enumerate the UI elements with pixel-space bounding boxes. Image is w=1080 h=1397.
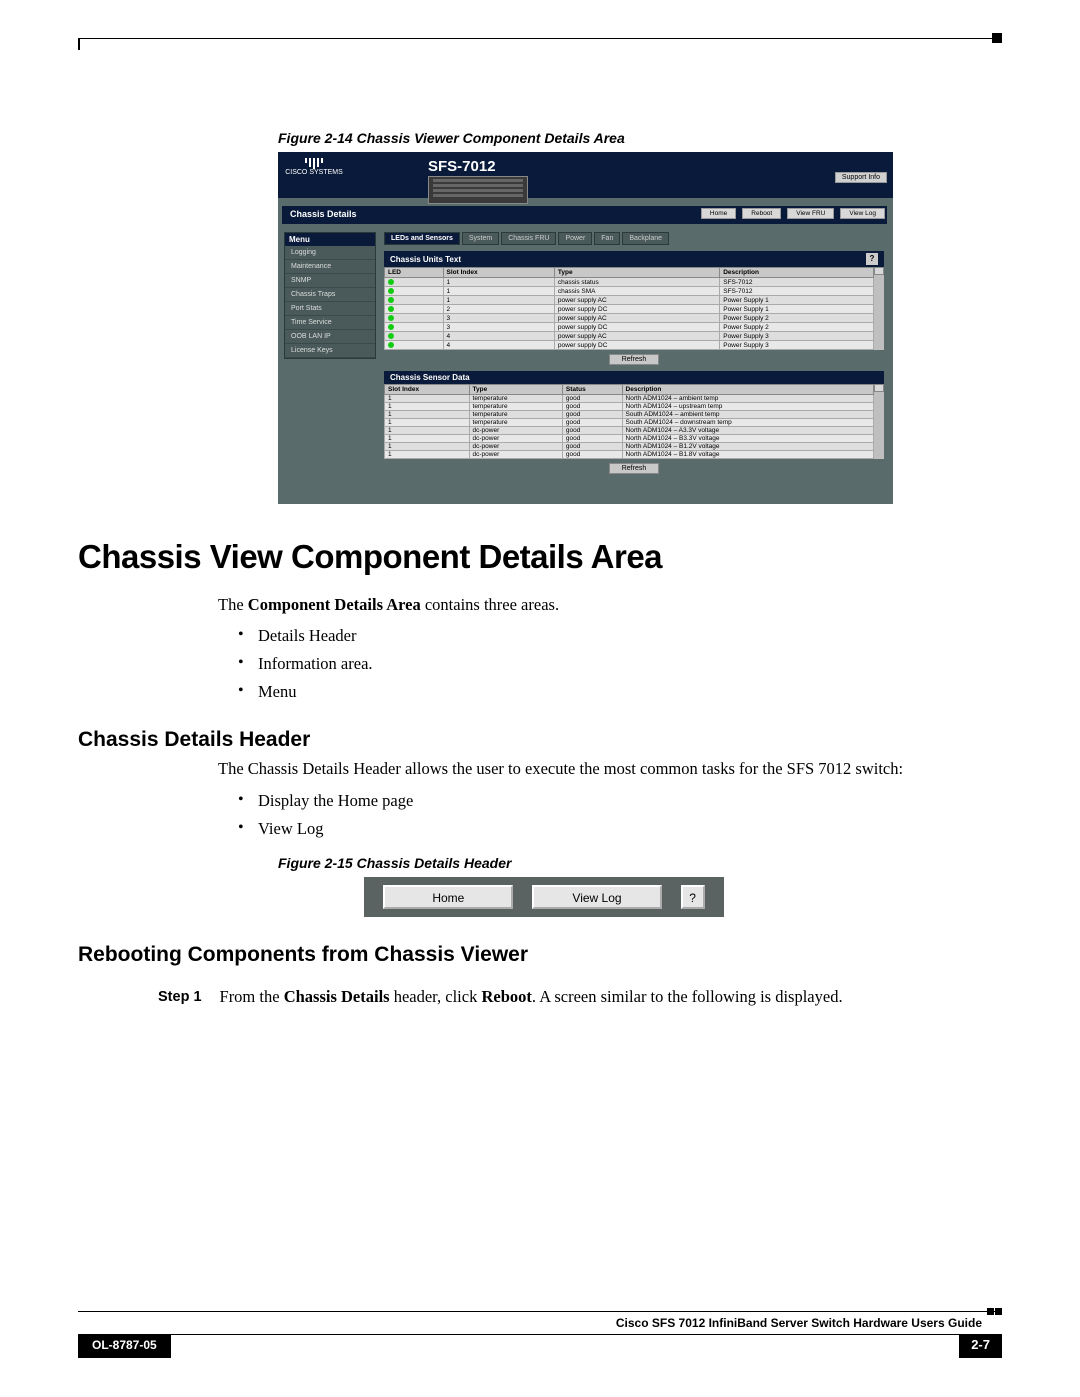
- header-button[interactable]: Home: [701, 208, 736, 219]
- menu-item[interactable]: Logging: [285, 246, 375, 260]
- chassis-sensor-panel: Chassis Sensor Data Slot IndexTypeStatus…: [384, 371, 884, 474]
- header-button[interactable]: View Log: [840, 208, 885, 219]
- tab[interactable]: Chassis FRU: [501, 232, 556, 245]
- figure-2-14-screenshot: CISCO SYSTEMS SFS-7012 Support Info Chas…: [278, 152, 893, 504]
- home-button[interactable]: Home: [383, 885, 513, 909]
- help-button[interactable]: ?: [681, 885, 705, 909]
- list-item: View Log: [238, 819, 1002, 839]
- details-header-paragraph: The Chassis Details Header allows the us…: [218, 758, 1002, 780]
- page-top-rule: [78, 38, 1002, 52]
- chassis-sensor-table: Slot IndexTypeStatusDescription1temperat…: [384, 384, 874, 459]
- page-footer: Cisco SFS 7012 InfiniBand Server Switch …: [78, 1311, 1002, 1358]
- step-text: From the Chassis Details header, click R…: [220, 987, 843, 1007]
- help-icon[interactable]: ?: [866, 253, 878, 265]
- tab[interactable]: Backplane: [622, 232, 669, 245]
- list-item: Details Header: [238, 626, 1002, 646]
- header-button[interactable]: View FRU: [787, 208, 834, 219]
- menu-item[interactable]: SNMP: [285, 274, 375, 288]
- menu-item[interactable]: Chassis Traps: [285, 288, 375, 302]
- tab-row: LEDs and SensorsSystemChassis FRUPowerFa…: [384, 232, 884, 245]
- side-menu: Menu LoggingMaintenanceSNMPChassis Traps…: [284, 232, 376, 359]
- step-label: Step 1: [158, 987, 202, 1007]
- page-number: 2-7: [959, 1334, 1002, 1358]
- section-heading: Chassis View Component Details Area: [78, 538, 1002, 576]
- cisco-logo: CISCO SYSTEMS: [284, 156, 344, 182]
- figure-2-14-caption: Figure 2-14 Chassis Viewer Component Det…: [278, 130, 1002, 146]
- menu-item[interactable]: Time Service: [285, 316, 375, 330]
- figure-2-15-screenshot: Home View Log ?: [364, 877, 724, 917]
- menu-item[interactable]: Port Stats: [285, 302, 375, 316]
- list-item: Display the Home page: [238, 791, 1002, 811]
- refresh-button[interactable]: Refresh: [609, 354, 659, 365]
- support-info-button[interactable]: Support Info: [835, 172, 887, 183]
- view-log-button[interactable]: View Log: [532, 885, 662, 909]
- chassis-units-table: LEDSlot IndexTypeDescription1chassis sta…: [384, 267, 874, 350]
- step-1: Step 1 From the Chassis Details header, …: [158, 987, 1002, 1007]
- refresh-button[interactable]: Refresh: [609, 463, 659, 474]
- header-buttons: Home Reboot View FRU View Log: [701, 208, 885, 219]
- menu-item[interactable]: OOB LAN IP: [285, 330, 375, 344]
- doc-number: OL-8787-05: [78, 1334, 171, 1358]
- product-title: SFS-7012: [428, 158, 496, 175]
- menu-item[interactable]: Maintenance: [285, 260, 375, 274]
- tasks-list: Display the Home page View Log: [238, 791, 1002, 839]
- menu-item[interactable]: License Keys: [285, 344, 375, 358]
- scrollbar[interactable]: [874, 384, 884, 459]
- list-item: Information area.: [238, 654, 1002, 674]
- subheading-details-header: Chassis Details Header: [78, 728, 1002, 752]
- subheading-rebooting: Rebooting Components from Chassis Viewer: [78, 943, 1002, 967]
- tab[interactable]: System: [462, 232, 499, 245]
- panel1-title: Chassis Units Text: [390, 255, 461, 264]
- guide-title: Cisco SFS 7012 InfiniBand Server Switch …: [78, 1312, 1002, 1334]
- menu-header: Menu: [285, 233, 375, 246]
- panel2-title: Chassis Sensor Data: [390, 373, 470, 382]
- scrollbar[interactable]: [874, 267, 884, 350]
- intro-paragraph: The Component Details Area contains thre…: [218, 594, 1002, 616]
- list-item: Menu: [238, 682, 1002, 702]
- tab[interactable]: Power: [558, 232, 592, 245]
- tab[interactable]: LEDs and Sensors: [384, 232, 460, 245]
- chassis-units-panel: Chassis Units Text ? LEDSlot IndexTypeDe…: [384, 251, 884, 365]
- header-button[interactable]: Reboot: [742, 208, 781, 219]
- chassis-graphic: [428, 176, 528, 204]
- tab[interactable]: Fan: [594, 232, 620, 245]
- areas-list: Details Header Information area. Menu: [238, 626, 1002, 702]
- figure-2-15-caption: Figure 2-15 Chassis Details Header: [278, 855, 1002, 871]
